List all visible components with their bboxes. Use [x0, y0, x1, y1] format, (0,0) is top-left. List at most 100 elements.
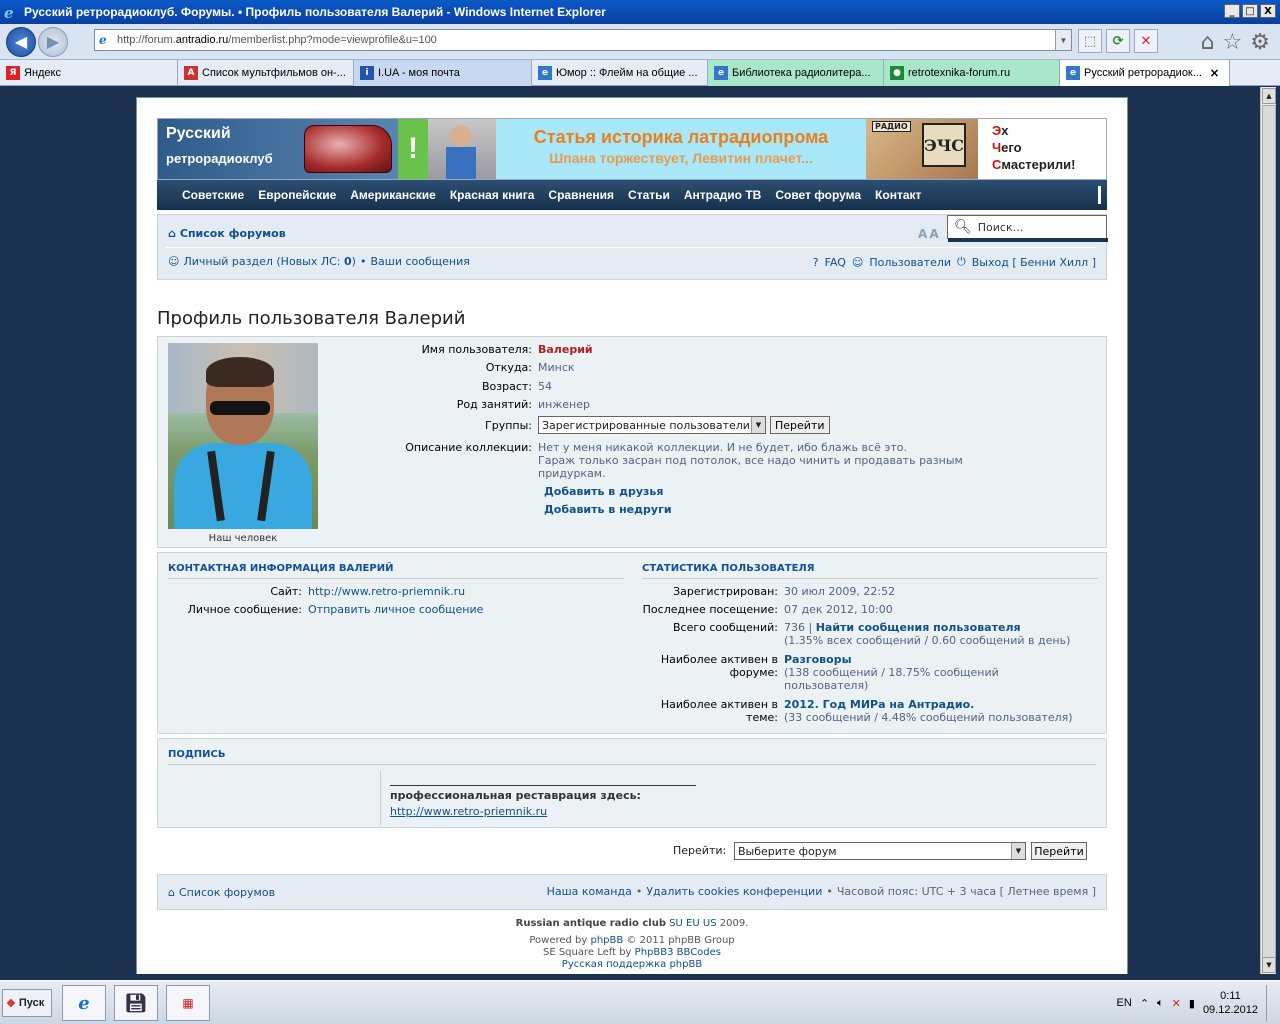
- add-friend-link[interactable]: Добавить в друзья: [544, 485, 663, 498]
- site-link[interactable]: http://www.retro-priemnik.ru: [308, 585, 465, 598]
- home-icon[interactable]: ⌂: [1201, 30, 1215, 55]
- forward-button[interactable]: ▶: [38, 26, 68, 57]
- tab-1[interactable]: Я Яндекс: [0, 60, 178, 86]
- delete-cookies-link[interactable]: Удалить cookies конференции: [646, 885, 822, 898]
- avatar: [168, 343, 318, 529]
- stop-icon[interactable]: ✕: [1134, 29, 1158, 53]
- profile-panel: Наш человек Имя пользователя: Валерий Отк…: [157, 336, 1107, 548]
- close-tab-icon[interactable]: ✕: [1210, 67, 1219, 80]
- find-posts-link[interactable]: Найти сообщения пользователя: [816, 621, 1021, 634]
- address-dropdown-icon[interactable]: ▼: [1055, 30, 1071, 50]
- scroll-down-icon[interactable]: ▼: [1262, 957, 1276, 973]
- search-box[interactable]: 🔍︎ Поиск...: [947, 215, 1108, 242]
- scroll-up-icon[interactable]: ▲: [1262, 88, 1276, 104]
- signature-link[interactable]: http://www.retro-priemnik.ru: [390, 805, 547, 818]
- su-link[interactable]: SU: [669, 918, 683, 929]
- network-icon[interactable]: ✕: [1172, 997, 1181, 1010]
- show-desktop-icon[interactable]: [1266, 985, 1276, 1021]
- menu-item-4[interactable]: Красная книга: [443, 188, 542, 202]
- home-icon: ⌂: [168, 227, 176, 240]
- tab-3[interactable]: i I.UA - моя почта: [354, 60, 532, 86]
- refresh-icon[interactable]: ⟳: [1106, 29, 1130, 53]
- clock-date: 09.12.2012: [1202, 1004, 1258, 1016]
- menu-item-5[interactable]: Сравнения: [541, 188, 621, 202]
- user-actions: ? FAQ ☺ Пользователи ⏻ Выход [ Бенни Хил…: [813, 255, 1096, 269]
- tab-label: Библиотека радиолитера...: [732, 67, 871, 79]
- back-button[interactable]: ◀: [6, 26, 36, 57]
- favorites-star-icon[interactable]: ☆: [1223, 30, 1243, 55]
- your-posts-link[interactable]: Ваши сообщения: [370, 255, 469, 268]
- phpbb-link[interactable]: phpBB: [591, 935, 624, 946]
- eu-link[interactable]: EU: [686, 918, 700, 929]
- groups-select[interactable]: Зарегистрированные пользователи ▼: [538, 416, 766, 434]
- footer-forum-list-link[interactable]: Список форумов: [179, 886, 275, 899]
- forum-list-link[interactable]: Список форумов: [180, 227, 286, 240]
- banner-article[interactable]: Статья историка латрадиопрома Шпана торж…: [496, 119, 866, 179]
- maximize-button[interactable]: □: [1242, 4, 1258, 18]
- collection-line-2: Гараж только засран под потолок, все над…: [538, 454, 963, 467]
- scroll-thumb[interactable]: [1262, 105, 1276, 967]
- add-foe-link[interactable]: Добавить в недруги: [544, 503, 672, 516]
- close-window-button[interactable]: X: [1260, 4, 1276, 18]
- power-tray-icon[interactable]: ▮: [1189, 997, 1195, 1010]
- banner-exclaim: !: [398, 119, 428, 179]
- taskbar-floppy-icon[interactable]: 💾︎: [114, 985, 158, 1021]
- bbcodes-link[interactable]: PhpBB3 BBCodes: [635, 947, 721, 958]
- font-size-toggle[interactable]: A A: [918, 227, 939, 241]
- jump-select[interactable]: Выберите форум ▼: [734, 842, 1026, 860]
- tray-expand-icon[interactable]: ⌃: [1140, 997, 1149, 1010]
- users-link[interactable]: Пользователи: [869, 256, 951, 269]
- active-topic-label: Наиболее активен в: [660, 698, 778, 711]
- jump-go-button[interactable]: Перейти: [1031, 842, 1087, 860]
- tab-2[interactable]: A Список мультфильмов он-...: [178, 60, 354, 86]
- jump-selected: Выберите форум: [738, 844, 837, 858]
- ru-support-link[interactable]: Русская поддержка phpBB: [562, 959, 702, 970]
- taskbar-ie-icon[interactable]: e: [62, 985, 106, 1021]
- tab-5[interactable]: e Библиотека радиолитера...: [708, 60, 884, 86]
- start-button[interactable]: ❖ Пуск: [2, 989, 52, 1017]
- minimize-button[interactable]: _: [1224, 4, 1240, 18]
- volume-icon[interactable]: 🔈︎: [1157, 997, 1164, 1010]
- menu-item-7[interactable]: Антрадио ТВ: [677, 188, 768, 202]
- menu-item-8[interactable]: Совет форума: [768, 188, 868, 202]
- chego-rest: его: [1001, 140, 1022, 155]
- gear-icon[interactable]: ⚙: [1250, 30, 1270, 55]
- ezs-logo: ЭЧС: [922, 123, 966, 167]
- menu-item-9[interactable]: Контакт: [868, 188, 928, 202]
- site-banner[interactable]: Русский ретрорадиоклуб ! Статья историка…: [157, 118, 1107, 180]
- search-input[interactable]: Поиск...: [978, 221, 1023, 234]
- active-forum-label: Наиболее активен в: [660, 653, 778, 666]
- power-icon: ⏻: [957, 255, 966, 268]
- active-forum-link[interactable]: Разговоры: [784, 653, 852, 666]
- tab-6[interactable]: ● retrotexnika-forum.ru: [884, 60, 1060, 86]
- groups-go-button[interactable]: Перейти: [770, 416, 830, 434]
- club-name-line1: Русский: [166, 125, 231, 142]
- faq-link[interactable]: FAQ: [825, 256, 846, 269]
- menu-item-3[interactable]: Американские: [343, 188, 443, 202]
- tab-favicon-icon: ●: [890, 66, 904, 80]
- tab-4[interactable]: e Юмор :: Флейм на общие ...: [532, 60, 708, 86]
- taskbar-calendar-icon[interactable]: ▦: [166, 985, 210, 1021]
- address-bar[interactable]: e http://forum. antradio.ru/memberlist.ph…: [94, 29, 1072, 51]
- tab-label: I.UA - моя почта: [378, 67, 460, 79]
- active-topic-link[interactable]: 2012. Год МИРа на Антрадио.: [784, 698, 974, 711]
- menu-item-6[interactable]: Статьи: [621, 188, 677, 202]
- vertical-scrollbar[interactable]: ▲ ▼: [1260, 87, 1276, 974]
- compat-view-icon[interactable]: ⬚: [1078, 29, 1102, 53]
- us-link[interactable]: US: [703, 918, 717, 929]
- clock[interactable]: 0:11 09.12.2012: [1203, 989, 1258, 1017]
- tab-7[interactable]: e Русский ретрорадиок... ✕: [1060, 60, 1230, 86]
- team-link[interactable]: Наша команда: [547, 885, 632, 898]
- system-tray: EN ⌃ 🔈︎ ✕ ▮ 0:11 09.12.2012: [1117, 985, 1276, 1021]
- smasterili-rest: мастерили!: [1001, 157, 1076, 172]
- menu-item-1[interactable]: Советские: [175, 188, 251, 202]
- menu-item-2[interactable]: Европейские: [251, 188, 343, 202]
- ezs-banner[interactable]: РАДИО ЭЧС: [866, 119, 978, 179]
- send-pm-link[interactable]: Отправить личное сообщение: [308, 603, 483, 616]
- club-logo[interactable]: Русский ретрорадиоклуб: [158, 119, 398, 179]
- personal-area-link[interactable]: Личный раздел (Новых ЛС: 0): [183, 255, 356, 268]
- eh-chego-smasterili[interactable]: Эх Чего Смастерили!: [978, 119, 1106, 179]
- support-line: Русская поддержка phpBB: [137, 959, 1127, 970]
- logout-link[interactable]: Выход [ Бенни Хилл ]: [972, 256, 1096, 269]
- language-indicator[interactable]: EN: [1117, 997, 1132, 1009]
